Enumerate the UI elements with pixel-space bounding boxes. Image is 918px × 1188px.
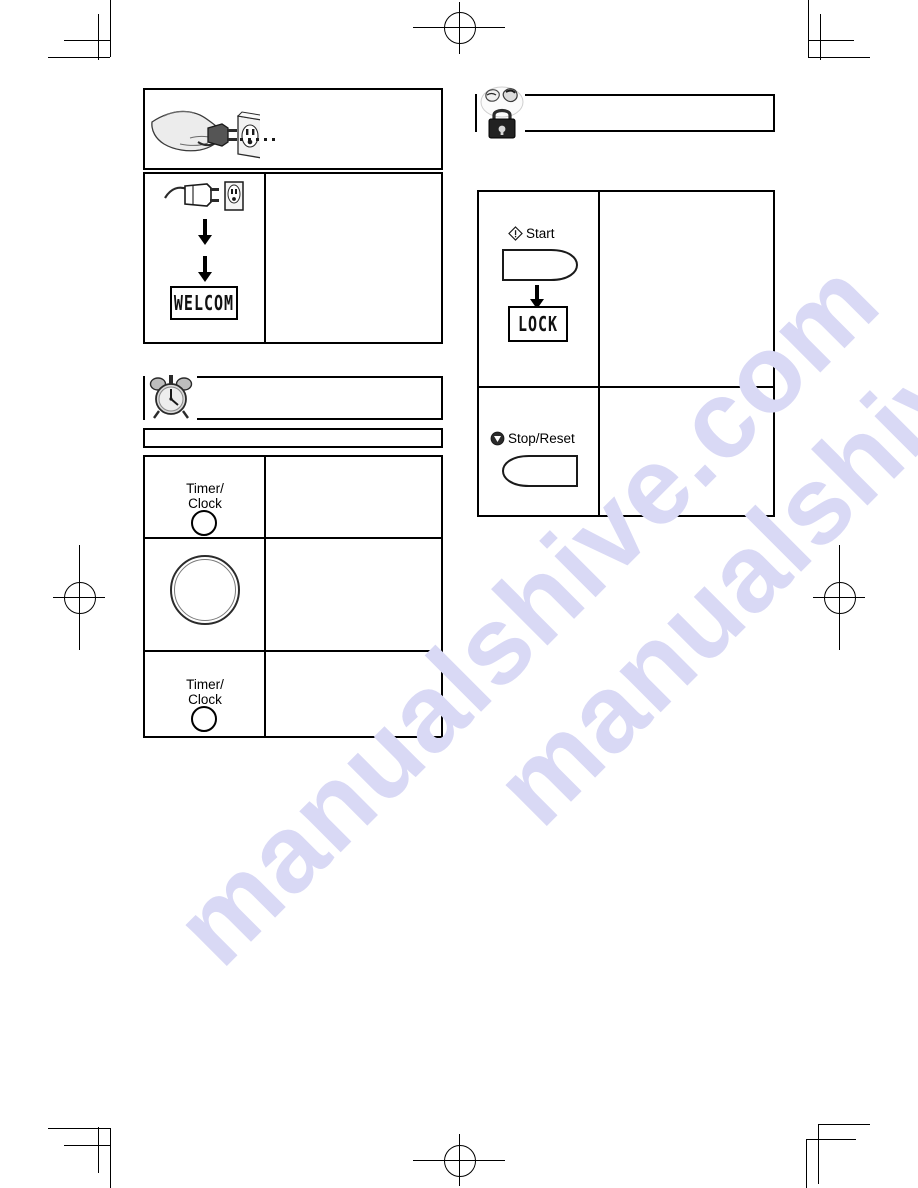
- timer-clock-label-2-line2: Clock: [188, 692, 222, 707]
- clock-table-row-divider-2: [143, 650, 443, 652]
- registration-mark-top-center: [413, 2, 505, 54]
- stop-reset-button[interactable]: [501, 454, 579, 488]
- timer-clock-button-1[interactable]: [191, 510, 217, 536]
- plug-table-arrow-1: [198, 219, 212, 245]
- registration-mark-bottom-center: [413, 1134, 505, 1186]
- lock-display: LOCK: [508, 306, 568, 342]
- lock-table-column-divider: [598, 190, 600, 517]
- stop-reset-button-label: Stop/Reset: [508, 431, 575, 446]
- dial-knob[interactable]: [170, 555, 240, 625]
- watermark: manualshive.com manualshive.com: [0, 0, 918, 1188]
- lock-table-row-divider: [477, 386, 775, 388]
- stop-reset-circle-icon: [490, 431, 505, 446]
- start-diamond-icon: [508, 226, 523, 241]
- clock-table-row-divider-1: [143, 537, 443, 539]
- timer-clock-label-1-line2: Clock: [188, 496, 222, 511]
- timer-clock-label-1-line1: Timer/: [186, 481, 224, 496]
- hand-plugging-cord-into-outlet-illustration: [150, 98, 260, 164]
- welcome-display-text: WELCOM: [173, 290, 235, 316]
- welcome-display: WELCOM: [170, 286, 238, 320]
- dial-knob-inner-ring: [174, 559, 236, 621]
- timer-clock-label-2: Timer/ Clock: [180, 677, 230, 707]
- timer-clock-label-1: Timer/ Clock: [180, 481, 230, 511]
- clock-table-column-divider: [264, 455, 266, 738]
- plug-table-column-divider: [264, 172, 266, 344]
- start-button-label-group: Start: [508, 226, 555, 241]
- lock-display-text: LOCK: [517, 311, 559, 337]
- registration-mark-right-center: [808, 545, 874, 650]
- plug-and-outlet-illustration: [163, 180, 245, 214]
- start-button[interactable]: [501, 248, 579, 282]
- plug-panel-dots: [240, 138, 275, 141]
- start-button-label: Start: [526, 226, 555, 241]
- stop-reset-button-label-group: Stop/Reset: [490, 431, 575, 446]
- timer-clock-label-2-line1: Timer/: [186, 677, 224, 692]
- registration-mark-left-center: [44, 545, 110, 650]
- clock-subbar: [143, 428, 443, 448]
- alarm-clock-icon: [148, 374, 194, 420]
- child-lock-padlock-icon: [478, 84, 526, 140]
- plug-table-arrow-2: [198, 256, 212, 282]
- timer-clock-button-2[interactable]: [191, 706, 217, 732]
- manual-page: WELCOM Timer/ Clock Timer/ Clock Start L…: [0, 0, 918, 1188]
